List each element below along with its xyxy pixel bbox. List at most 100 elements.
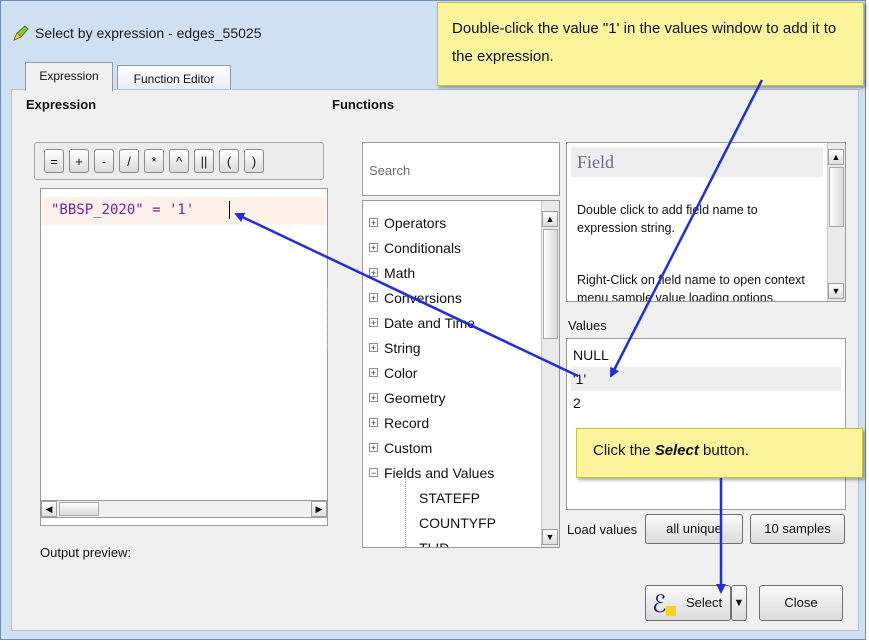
expand-icon[interactable]: + [369,393,378,403]
tree-item-label: Record [384,415,430,431]
tree-vertical-scrollbar[interactable]: ▲ ▼ [541,201,559,547]
function-tree[interactable]: + Operators + Conditionals + Math + Conversi… [362,200,560,548]
selection-highlight-icon [666,606,676,616]
value-item-1[interactable]: '1' [571,367,841,391]
tree-guide-line [405,481,407,547]
ten-samples-button[interactable]: 10 samples [750,514,845,544]
editor-horizontal-scrollbar[interactable]: ◀ ▶ [40,500,328,518]
tree-item-geometry[interactable]: + Geometry [369,390,445,406]
expand-icon[interactable]: + [369,343,378,353]
callout-bottom-suffix: button. [698,442,749,459]
tree-item-label: Conversions [384,290,462,306]
tree-item-fields-and-values[interactable]: − Fields and Values [369,465,494,481]
tree-item-field-countyfp[interactable]: COUNTYFP [419,515,496,531]
all-unique-button[interactable]: all unique [645,514,743,544]
value-item-null[interactable]: NULL [571,343,841,367]
values-list[interactable]: NULL '1' 2 [566,338,846,510]
tree-item-label: Fields and Values [384,465,495,481]
tree-item-label: Date and Time [384,315,476,331]
tree-item-color[interactable]: + Color [369,365,417,381]
tab-function-editor-label: Function Editor [133,72,215,86]
tab-function-editor[interactable]: Function Editor [117,65,231,91]
scroll-up-icon[interactable]: ▲ [542,211,558,227]
operator-button-power[interactable]: ^ [169,149,189,173]
tree-item-field-tlid[interactable]: TLID [419,540,449,547]
callout-bottom-prefix: Click the [593,442,655,459]
tree-item-label: Geometry [384,390,446,406]
splitter-handle[interactable] [327,289,330,349]
tree-item-label: String [384,340,421,356]
expand-icon[interactable]: + [369,318,378,328]
scroll-down-icon[interactable]: ▼ [542,529,558,545]
callout-top-text: Double-click the value "1' in the values… [452,20,837,65]
operator-button-divide[interactable]: / [119,149,139,173]
tree-item-label: Custom [384,440,433,456]
tab-expression-label: Expression [39,69,99,83]
functions-section-title: Functions [332,97,395,112]
window-title: Select by expression - edges_55025 [35,25,262,41]
operator-toolbar: = + - / * ^ || ( ) [34,142,324,180]
operator-button-minus[interactable]: - [94,149,114,173]
expand-icon[interactable]: + [369,293,378,303]
operator-button-concat[interactable]: || [194,149,214,173]
operator-button-close-paren[interactable]: ) [244,149,264,173]
scroll-up-icon[interactable]: ▲ [828,149,844,165]
output-preview-label: Output preview: [40,545,132,560]
triangle-down-icon: ▼ [733,597,745,609]
expression-text: "BBSP_2020" = '1' [51,202,195,218]
expand-icon[interactable]: + [369,418,378,428]
epsilon-icon: ℰ [652,592,667,618]
scroll-thumb[interactable] [543,229,558,339]
operator-button-open-paren[interactable]: ( [219,149,239,173]
select-button[interactable]: ℰ Select [645,585,731,621]
scroll-thumb[interactable] [59,502,99,516]
text-caret [229,201,230,219]
function-search-input[interactable] [367,157,559,183]
instruction-callout-top: Double-click the value "1' in the values… [437,2,864,86]
tree-item-operators[interactable]: + Operators [369,215,446,231]
load-values-label: Load values [567,522,638,537]
close-button[interactable]: Close [759,585,843,621]
tree-item-date-and-time[interactable]: + Date and Time [369,315,475,331]
function-search-box[interactable] [362,142,560,196]
tree-item-record[interactable]: + Record [369,415,429,431]
help-title: Field [571,147,823,177]
tree-item-math[interactable]: + Math [369,265,415,281]
tree-item-conditionals[interactable]: + Conditionals [369,240,461,256]
scroll-down-icon[interactable]: ▼ [828,283,844,299]
qgis-pencil-icon [13,25,29,41]
select-button-label: Select [686,595,723,610]
scroll-left-icon[interactable]: ◀ [41,501,57,517]
expression-editor[interactable]: "BBSP_2020" = '1' [40,188,328,526]
values-label: Values [568,318,607,333]
scroll-thumb[interactable] [829,167,844,227]
tree-item-conversions[interactable]: + Conversions [369,290,462,306]
operator-button-plus[interactable]: + [69,149,89,173]
expand-icon[interactable]: + [369,243,378,253]
value-item-2[interactable]: 2 [571,391,841,415]
tree-item-label: Operators [384,215,447,231]
instruction-callout-bottom: Click the Select button. [576,428,863,478]
expand-icon[interactable]: + [369,368,378,378]
tree-item-label: Math [384,265,416,281]
tab-expression[interactable]: Expression [25,62,113,91]
tree-item-string[interactable]: + String [369,340,421,356]
tree-item-label: Conditionals [384,240,462,256]
help-text-1: Double click to add field name to expres… [577,203,758,235]
tree-item-field-statefp[interactable]: STATEFP [419,490,480,506]
tree-item-custom[interactable]: + Custom [369,440,432,456]
expand-icon[interactable]: + [369,268,378,278]
help-text-2: Right-Click on field name to open contex… [577,273,805,302]
operator-button-multiply[interactable]: * [144,149,164,173]
collapse-icon[interactable]: − [369,468,378,478]
help-vertical-scrollbar[interactable]: ▲ ▼ [827,143,845,301]
expand-icon[interactable]: + [369,218,378,228]
help-panel: Field Double click to add field name to … [566,142,846,302]
select-dropdown-button[interactable]: ▼ [731,585,747,621]
scroll-right-icon[interactable]: ▶ [311,501,327,517]
operator-button-equals[interactable]: = [44,149,64,173]
expand-icon[interactable]: + [369,443,378,453]
callout-bottom-text: Click the Select button. [593,442,749,459]
callout-bottom-emphasis: Select [654,442,699,459]
expression-section-title: Expression [26,97,97,112]
